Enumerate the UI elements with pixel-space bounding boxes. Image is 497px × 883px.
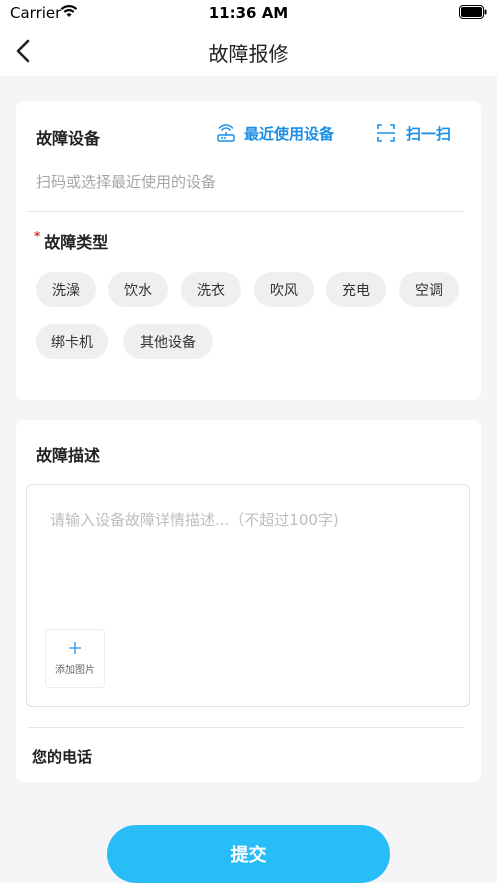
plus-icon <box>69 642 81 654</box>
fault-type-label-text: 故障类型 <box>44 233 109 252</box>
chip-shower[interactable]: 洗澡 <box>36 272 96 307</box>
chip-aircon[interactable]: 空调 <box>399 272 459 307</box>
description-card: 故障描述 请输入设备故障详情描述...（不超过100字) 添加图片 您的电话 <box>16 420 481 782</box>
description-label: 故障描述 <box>36 446 101 465</box>
description-placeholder: 请输入设备故障详情描述...（不超过100字) <box>50 511 339 529</box>
status-bar: Carrier 11:36 AM <box>0 0 497 26</box>
device-card: 故障设备 最近使用设备 扫一扫 扫码或选择最近使用的设备 * 故障类型 洗澡 饮水… <box>16 101 481 400</box>
device-select-field[interactable]: 扫码或选择最近使用的设备 <box>36 171 216 192</box>
device-section-label: 故障设备 <box>36 129 101 148</box>
chip-laundry[interactable]: 洗衣 <box>181 272 241 307</box>
add-photo-label: 添加图片 <box>55 665 95 676</box>
phone-field[interactable]: 您的电话 <box>32 746 92 767</box>
router-icon <box>217 124 235 142</box>
add-photo-button[interactable]: 添加图片 <box>45 629 105 688</box>
scan-icon <box>377 124 395 142</box>
recent-devices-button[interactable]: 最近使用设备 <box>216 121 334 145</box>
divider <box>28 211 464 212</box>
chip-card-binder[interactable]: 绑卡机 <box>36 324 108 359</box>
status-time: 11:36 AM <box>208 4 289 22</box>
description-textarea[interactable]: 请输入设备故障详情描述...（不超过100字) 添加图片 <box>26 484 470 707</box>
chip-charging[interactable]: 充电 <box>326 272 386 307</box>
scan-label: 扫一扫 <box>406 124 452 143</box>
divider <box>28 727 464 728</box>
page-title: 故障报修 <box>208 42 289 66</box>
nav-bar: 故障报修 <box>0 26 497 76</box>
chip-other-device[interactable]: 其他设备 <box>123 324 213 359</box>
battery-icon <box>459 5 487 19</box>
scan-button[interactable]: 扫一扫 <box>376 121 451 145</box>
chip-water[interactable]: 饮水 <box>108 272 168 307</box>
chip-hairdryer[interactable]: 吹风 <box>254 272 314 307</box>
recent-devices-label: 最近使用设备 <box>244 124 335 143</box>
submit-button[interactable]: 提交 <box>107 825 390 883</box>
fault-type-label: * 故障类型 <box>34 229 108 253</box>
required-mark: * <box>34 229 41 243</box>
